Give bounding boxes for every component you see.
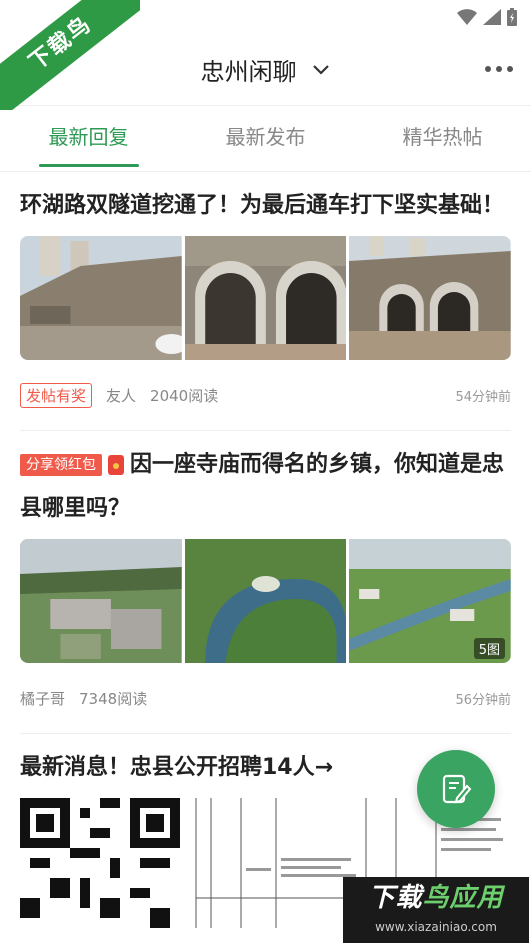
watermark-logo: 下载鸟应用 www.xiazainiao.com (343, 877, 529, 943)
post-views: 2040阅读 (150, 386, 219, 405)
post-image[interactable] (184, 236, 347, 360)
wifi-icon (457, 9, 477, 25)
watermark-logo-text-green: 鸟应用 (422, 883, 504, 913)
page-title: 忠州闲聊 (200, 58, 297, 86)
post-time: 54分钟前 (455, 389, 511, 405)
signal-icon (483, 9, 501, 25)
post-image[interactable] (184, 539, 347, 663)
post-images[interactable]: 5图 (20, 539, 511, 663)
tab-latest-post[interactable]: 最新发布 (177, 106, 354, 171)
post-item[interactable]: 分享领红包 因一座寺庙而得名的乡镇，你知道是忠县哪里吗？ 5图 橘子哥 7348… (20, 431, 511, 734)
post-time: 56分钟前 (455, 692, 511, 708)
status-icons (457, 8, 517, 26)
post-image[interactable] (20, 539, 182, 663)
red-packet-icon (108, 455, 124, 475)
tab-bar: 最新回复 最新发布 精华热帖 (0, 106, 531, 172)
watermark-ribbon: 下载鸟 (0, 0, 140, 110)
post-meta: 发帖有奖 友人 2040阅读 54分钟前 (20, 360, 511, 430)
compose-button[interactable] (417, 750, 495, 828)
watermark-logo-text-white: 下载 (368, 883, 423, 913)
post-images[interactable] (20, 236, 511, 360)
post-item[interactable]: 环湖路双隧道挖通了！为最后通车打下坚实基础！ 发帖有奖 友人 2040阅读 54… (20, 172, 511, 431)
tab-latest-reply[interactable]: 最新回复 (0, 106, 177, 171)
more-icon[interactable] (485, 66, 513, 72)
reward-badge: 发帖有奖 (20, 382, 93, 408)
post-title[interactable]: 环湖路双隧道挖通了！为最后通车打下坚实基础！ (20, 172, 511, 228)
post-author[interactable]: 橘子哥 (20, 688, 65, 709)
post-views: 7348阅读 (79, 689, 148, 708)
share-redpacket-tag: 分享领红包 (20, 454, 102, 476)
post-image[interactable] (349, 236, 511, 360)
edit-icon (442, 774, 472, 804)
post-image[interactable] (20, 236, 182, 360)
tab-featured[interactable]: 精华热帖 (354, 106, 531, 171)
watermark-url: www.xiazainiao.com (375, 920, 497, 934)
post-meta: 橘子哥 7348阅读 56分钟前 (20, 663, 511, 733)
post-title-row[interactable]: 分享领红包 因一座寺庙而得名的乡镇，你知道是忠县哪里吗？ (20, 431, 511, 531)
image-count: 5图 (473, 638, 505, 659)
post-author[interactable]: 友人 (106, 385, 136, 406)
chevron-down-icon (313, 64, 330, 75)
qr-code-image[interactable] (20, 798, 180, 928)
watermark-ribbon-text: 下载鸟 (0, 0, 140, 110)
battery-icon (507, 8, 517, 26)
